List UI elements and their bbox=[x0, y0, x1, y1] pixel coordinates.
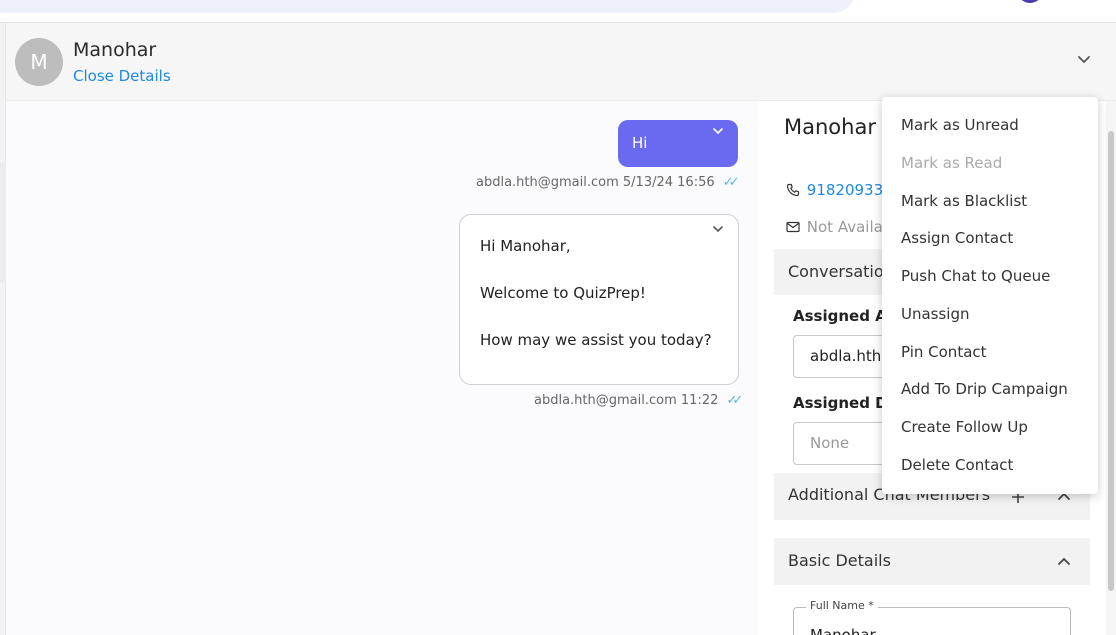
menu-item-assign-contact[interactable]: Assign Contact bbox=[901, 229, 1013, 247]
double-check-icon: ✓✓ bbox=[722, 175, 740, 190]
user-avatar[interactable] bbox=[1017, 0, 1043, 3]
message-bubble-template[interactable]: Hi Manohar, Welcome to QuizPrep! How may… bbox=[459, 214, 739, 385]
message-line: How may we assist you today? bbox=[480, 331, 712, 349]
full-name-value: Manohar bbox=[810, 626, 876, 635]
contact-name: Manohar bbox=[73, 39, 157, 61]
email-value: Not Availa bbox=[806, 218, 883, 236]
chat-messages-area[interactable]: Hi abdla.hth@gmail.com 5/13/24 16:56 ✓✓ … bbox=[6, 101, 758, 635]
contact-actions-menu: Mark as Unread Mark as Read Mark as Blac… bbox=[882, 97, 1098, 494]
mail-icon bbox=[786, 219, 802, 237]
menu-item-add-to-drip-campaign[interactable]: Add To Drip Campaign bbox=[901, 380, 1068, 398]
section-title: Basic Details bbox=[788, 551, 891, 570]
close-details-link[interactable]: Close Details bbox=[73, 67, 171, 85]
menu-item-pin-contact[interactable]: Pin Contact bbox=[901, 343, 987, 361]
message-meta: abdla.hth@gmail.com 11:22 ✓✓ bbox=[534, 393, 744, 408]
phone-number[interactable]: 91820933 bbox=[807, 181, 883, 199]
full-name-label: Full Name * bbox=[806, 599, 878, 612]
double-check-icon: ✓✓ bbox=[726, 393, 744, 408]
message-meta: abdla.hth@gmail.com 5/13/24 16:56 ✓✓ bbox=[476, 175, 740, 190]
chevron-down-icon[interactable] bbox=[1074, 51, 1094, 71]
scrollbar-thumb[interactable] bbox=[1108, 131, 1114, 591]
assigned-agent-label: Assigned A bbox=[793, 307, 887, 325]
section-title: Conversatio bbox=[788, 262, 884, 281]
menu-item-mark-as-read: Mark as Read bbox=[901, 154, 1003, 172]
details-contact-name: Manohar bbox=[784, 115, 876, 139]
menu-item-unassign[interactable]: Unassign bbox=[901, 305, 970, 323]
basic-details-section[interactable]: Basic Details bbox=[774, 538, 1090, 585]
email-row: Not Availa bbox=[786, 218, 883, 237]
chevron-down-icon[interactable] bbox=[712, 223, 724, 238]
menu-item-mark-as-unread[interactable]: Mark as Unread bbox=[901, 116, 1019, 134]
message-sender: abdla.hth@gmail.com bbox=[476, 175, 619, 190]
chevron-up-icon[interactable] bbox=[1056, 554, 1072, 574]
menu-item-push-chat-to-queue[interactable]: Push Chat to Queue bbox=[901, 267, 1050, 285]
message-line: Hi Manohar, bbox=[480, 237, 571, 255]
search-bar[interactable] bbox=[0, 0, 855, 13]
menu-item-mark-as-blacklist[interactable]: Mark as Blacklist bbox=[901, 192, 1027, 210]
message-timestamp: 11:22 bbox=[680, 393, 719, 408]
message-text: Hi bbox=[632, 134, 648, 152]
message-timestamp: 5/13/24 16:56 bbox=[622, 175, 715, 190]
top-bar bbox=[0, 0, 1116, 23]
phone-row[interactable]: 91820933 bbox=[786, 181, 883, 201]
chat-header: M Manohar Close Details bbox=[6, 23, 1116, 101]
menu-item-delete-contact[interactable]: Delete Contact bbox=[901, 456, 1013, 474]
menu-item-create-follow-up[interactable]: Create Follow Up bbox=[901, 418, 1028, 436]
assigned-department-label: Assigned D bbox=[793, 394, 888, 412]
message-sender: abdla.hth@gmail.com bbox=[534, 393, 677, 408]
chevron-down-icon[interactable] bbox=[712, 110, 724, 157]
details-scrollbar[interactable] bbox=[1106, 101, 1116, 635]
phone-icon bbox=[786, 183, 802, 201]
message-bubble-outgoing[interactable]: Hi bbox=[618, 120, 738, 167]
contact-avatar: M bbox=[15, 38, 63, 86]
message-line: Welcome to QuizPrep! bbox=[480, 284, 646, 302]
